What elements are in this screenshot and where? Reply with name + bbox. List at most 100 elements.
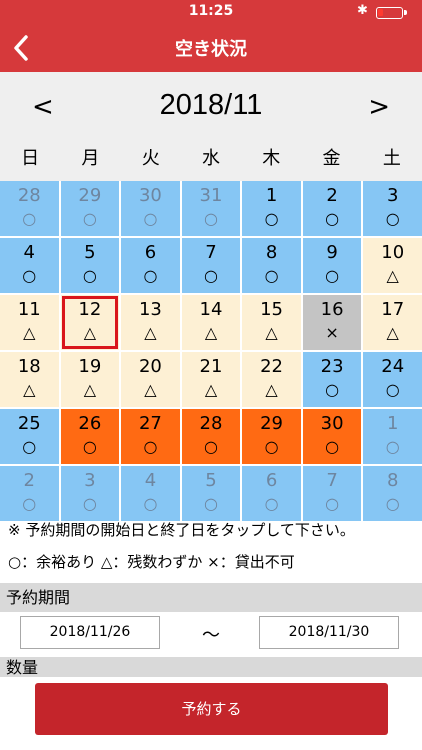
day-number: 21	[199, 356, 223, 377]
availability-mark: ○	[82, 266, 97, 285]
calendar-day-cell[interactable]: 18 △	[0, 352, 59, 407]
day-number: 20	[138, 356, 162, 377]
start-date-field[interactable]: 2018/11/26	[20, 616, 160, 649]
day-number: 2	[326, 185, 338, 206]
calendar-day-cell[interactable]: 19 △	[60, 352, 120, 407]
availability-mark: △	[204, 323, 218, 342]
next-month-button[interactable]: >	[368, 92, 390, 122]
day-number: 17	[381, 299, 405, 320]
day-number: 24	[381, 356, 405, 377]
calendar-day-cell[interactable]: 1 ○	[363, 409, 422, 464]
calendar-day-cell[interactable]: 21 △	[181, 352, 241, 407]
calendar-day-cell[interactable]: 1 ○	[242, 181, 301, 236]
day-number: 11	[17, 299, 41, 320]
calendar-day-cell[interactable]: 29 ○	[242, 409, 301, 464]
calendar-day-cell[interactable]: 4 ○	[121, 466, 180, 521]
calendar-day-cell[interactable]: 24 ○	[363, 352, 422, 407]
day-number: 14	[199, 299, 223, 320]
availability-mark: ○	[264, 209, 279, 228]
calendar-day-cell[interactable]: 22 △	[242, 352, 301, 407]
month-title: 2018/11	[159, 89, 263, 121]
calendar-day-cell[interactable]: 5 ○	[181, 466, 241, 521]
day-number: 12	[78, 299, 102, 320]
weekday-label: 水	[201, 148, 220, 169]
calendar-day-cell[interactable]: 26 ○	[60, 409, 120, 464]
day-number: 28	[199, 413, 223, 434]
availability-mark: ○	[204, 437, 218, 456]
calendar-day-cell[interactable]: 8 ○	[363, 466, 422, 521]
calendar-day-cell[interactable]: 12 △	[60, 295, 120, 350]
availability-mark: ○	[143, 209, 158, 228]
calendar-day-cell[interactable]: 17 △	[363, 295, 422, 350]
availability-mark: ×	[325, 323, 339, 342]
availability-mark: ○	[385, 209, 400, 228]
calendar-day-cell[interactable]: 14 △	[181, 295, 241, 350]
availability-mark: ○	[22, 494, 37, 513]
day-number: 1	[265, 185, 278, 206]
bluetooth-icon: ✱	[357, 3, 368, 18]
status-bar: 11:25 ✱	[0, 0, 422, 24]
availability-mark: ○	[325, 266, 340, 285]
calendar-day-cell[interactable]: 7 ○	[181, 238, 241, 293]
calendar-day-cell[interactable]: 20 △	[121, 352, 180, 407]
availability-mark: ○	[82, 209, 97, 228]
weekday-label: 金	[322, 148, 341, 169]
day-number: 13	[138, 299, 162, 320]
day-number: 16	[320, 299, 344, 320]
availability-mark: ○	[385, 494, 400, 513]
calendar-day-cell[interactable]: 2 ○	[302, 181, 362, 236]
calendar-day-cell[interactable]: 31 ○	[181, 181, 241, 236]
calendar-day-cell[interactable]: 3 ○	[60, 466, 120, 521]
calendar-day-cell[interactable]: 7 ○	[302, 466, 362, 521]
day-number: 30	[138, 185, 162, 206]
calendar-day-cell[interactable]: 6 ○	[121, 238, 180, 293]
end-date-field[interactable]: 2018/11/30	[259, 616, 399, 649]
day-number: 9	[326, 242, 338, 263]
calendar-day-cell[interactable]: 27 ○	[121, 409, 180, 464]
availability-mark: △	[23, 323, 36, 342]
calendar-day-cell[interactable]: 28 ○	[181, 409, 241, 464]
day-number: 5	[84, 242, 96, 263]
calendar-day-cell[interactable]: 13 △	[121, 295, 180, 350]
calendar-day-cell[interactable]: 2 ○	[0, 466, 59, 521]
calendar-day-cell[interactable]: 30 ○	[302, 409, 362, 464]
availability-mark: △	[386, 323, 399, 342]
calendar-day-cell[interactable]: 25 ○	[0, 409, 59, 464]
availability-mark: ○	[143, 494, 158, 513]
availability-mark: ○	[325, 437, 340, 456]
calendar-day-cell[interactable]: 4 ○	[0, 238, 59, 293]
calendar-grid: 28 ○ 29 ○ 30 ○ 31 ○ 1 ○ 2 ○ 3 ○ 4 ○ 5 ○ 6 ○ 7 ○ 8 ○ 9 ○ 10 △ 11 △ 12 △ 1…	[0, 181, 422, 521]
calendar-day-cell[interactable]: 3 ○	[363, 181, 422, 236]
calendar-day-cell[interactable]: 6 ○	[242, 466, 301, 521]
calendar-day-cell[interactable]: 16 ×	[302, 295, 362, 350]
availability-legend: ○：余裕あり △：残数わずか ×：貸出不可	[8, 553, 295, 571]
weekday-label: 日	[21, 148, 40, 169]
availability-mark: ○	[264, 266, 279, 285]
calendar-day-cell[interactable]: 23 ○	[302, 352, 362, 407]
availability-mark: ○	[22, 266, 37, 285]
quantity-section-header: 数量	[0, 657, 422, 677]
calendar-day-cell[interactable]: 9 ○	[302, 238, 362, 293]
calendar-day-cell[interactable]: 5 ○	[60, 238, 120, 293]
availability-mark: ○	[204, 266, 218, 285]
availability-mark: △	[265, 323, 278, 342]
calendar-day-cell[interactable]: 28 ○	[0, 181, 59, 236]
availability-mark: ○	[22, 437, 37, 456]
day-number: 19	[78, 356, 102, 377]
availability-mark: △	[23, 380, 36, 399]
day-number: 25	[17, 413, 41, 434]
calendar-day-cell[interactable]: 8 ○	[242, 238, 301, 293]
calendar-day-cell[interactable]: 29 ○	[60, 181, 120, 236]
calendar-day-cell[interactable]: 15 △	[242, 295, 301, 350]
calendar-day-cell[interactable]: 30 ○	[121, 181, 180, 236]
availability-mark: ○	[204, 494, 218, 513]
day-number: 2	[23, 470, 35, 491]
weekday-label: 火	[141, 148, 160, 169]
day-number: 5	[205, 470, 217, 491]
calendar-day-cell[interactable]: 10 △	[363, 238, 422, 293]
day-number: 8	[265, 242, 278, 263]
reserve-button[interactable]: 予約する	[35, 683, 388, 735]
day-number: 15	[260, 299, 284, 320]
availability-mark: ○	[325, 380, 340, 399]
calendar-day-cell[interactable]: 11 △	[0, 295, 59, 350]
